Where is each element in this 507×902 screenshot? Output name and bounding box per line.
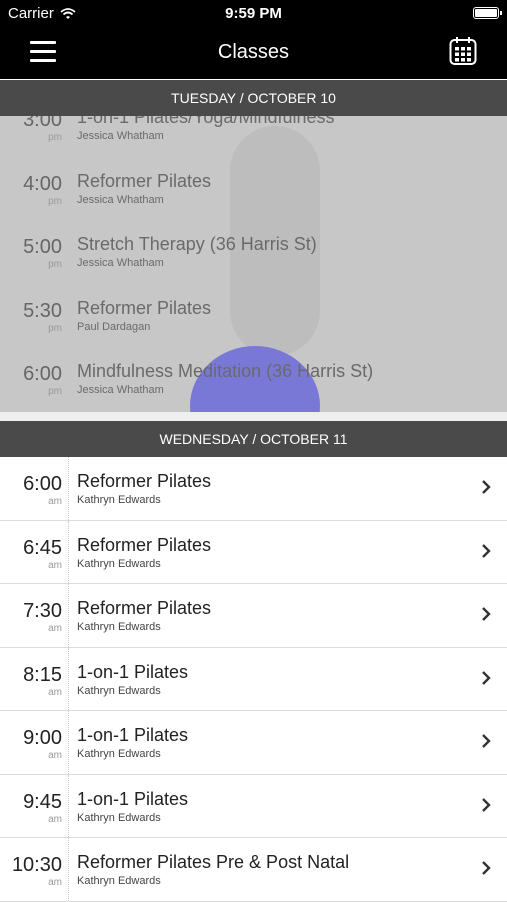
class-time: 5:00 <box>23 236 62 258</box>
calendar-icon[interactable] <box>449 36 477 66</box>
class-row[interactable]: 8:15 am 1-on-1 Pilates Kathryn Edwards <box>0 647 507 711</box>
class-time: 5:30 <box>23 299 62 322</box>
page-title: Classes <box>217 41 290 63</box>
class-time: 9:45 <box>23 790 62 813</box>
class-time: 6:00 <box>23 473 62 495</box>
navigation-bar: Classes <box>0 28 507 79</box>
class-row[interactable]: 9:45 am 1-on-1 Pilates Kathryn Edwards <box>0 774 507 838</box>
class-instructor: Kathryn Edwards <box>77 875 161 887</box>
class-instructor: Kathryn Edwards <box>77 557 161 570</box>
class-ampm: am <box>48 496 62 507</box>
status-bar: Carrier 9:59 PM <box>0 0 507 28</box>
class-instructor: Kathryn Edwards <box>77 621 161 633</box>
class-time: 10:30 <box>11 854 62 876</box>
class-title: 1-on-1 Pilates <box>77 725 189 745</box>
class-title: Reformer Pilates <box>77 170 212 191</box>
background-photo: 3:00 pm 1-on-1 Pilates/Yoga/Mindfulness … <box>0 116 507 421</box>
class-ampm: pm <box>48 386 62 397</box>
class-title: 1-on-1 Pilates/Yoga/Mindfulness <box>77 116 335 127</box>
class-row[interactable]: 7:30 am Reformer Pilates Kathryn Edwards <box>0 584 507 648</box>
chevron-right-icon <box>482 543 491 558</box>
chevron-right-icon <box>482 861 491 875</box>
class-row[interactable]: 6:45 am Reformer Pilates Kathryn Edwards <box>0 520 507 584</box>
class-time: 6:00 <box>23 363 62 385</box>
class-ampm: am <box>48 750 62 761</box>
class-row[interactable]: 10:30 am Reformer Pilates Pre & Post Nata… <box>0 838 507 902</box>
class-ampm: am <box>48 877 62 888</box>
class-title: Reformer Pilates <box>77 534 212 555</box>
class-row[interactable]: 6:00 pm Mindfulness Meditation (36 Harri… <box>0 347 507 411</box>
class-time: 9:00 <box>23 727 62 749</box>
status-time: 9:59 PM <box>225 5 282 22</box>
chevron-right-icon <box>482 734 491 748</box>
class-row[interactable]: 4:00 pm Reformer Pilates Jessica Whatham <box>0 157 507 221</box>
class-instructor: Kathryn Edwards <box>77 748 161 760</box>
class-title: 1-on-1 Pilates <box>77 661 189 682</box>
class-title: Stretch Therapy (36 Harris St) <box>77 234 317 254</box>
class-time: 8:15 <box>23 663 62 686</box>
class-row[interactable]: 3:00 pm 1-on-1 Pilates/Yoga/Mindfulness … <box>0 116 507 157</box>
chevron-right-icon <box>482 670 491 685</box>
class-ampm: pm <box>48 322 62 334</box>
class-row[interactable]: 6:00 am Reformer Pilates Kathryn Edwards <box>0 457 507 521</box>
class-ampm: am <box>48 813 62 825</box>
chevron-right-icon <box>482 480 491 494</box>
class-time: 4:00 <box>23 172 62 195</box>
class-ampm: am <box>48 559 62 571</box>
class-instructor: Kathryn Edwards <box>77 494 161 506</box>
class-title: Reformer Pilates <box>77 297 212 318</box>
class-ampm: am <box>48 623 62 634</box>
class-title: Reformer Pilates <box>77 471 212 491</box>
class-ampm: pm <box>48 132 62 143</box>
class-instructor: Kathryn Edwards <box>77 811 161 824</box>
class-title: Mindfulness Meditation (36 Harris St) <box>77 361 374 381</box>
day-header-wednesday: WEDNESDAY / OCTOBER 11 <box>0 421 507 457</box>
class-ampm: pm <box>48 195 62 207</box>
chevron-right-icon <box>482 797 491 812</box>
class-instructor: Jessica Whatham <box>77 257 164 269</box>
class-row[interactable]: 9:00 am 1-on-1 Pilates Kathryn Edwards <box>0 711 507 775</box>
class-row[interactable]: 5:30 pm Reformer Pilates Paul Dardagan <box>0 284 507 348</box>
class-instructor: Jessica Whatham <box>77 384 164 396</box>
class-instructor: Paul Dardagan <box>77 320 151 333</box>
day-header-tuesday: TUESDAY / OCTOBER 10 <box>0 80 507 116</box>
class-row[interactable]: 5:00 pm Stretch Therapy (36 Harris St) J… <box>0 220 507 284</box>
class-instructor: Jessica Whatham <box>77 130 164 142</box>
class-title: 1-on-1 Pilates <box>77 788 189 809</box>
class-instructor: Kathryn Edwards <box>77 684 161 697</box>
chevron-right-icon <box>482 607 491 621</box>
class-title: Reformer Pilates <box>77 598 212 618</box>
class-ampm: pm <box>48 259 62 270</box>
class-title: Reformer Pilates Pre & Post Natal <box>77 852 350 872</box>
class-ampm: am <box>48 686 62 698</box>
battery-icon <box>473 7 502 19</box>
class-time: 7:30 <box>23 600 62 622</box>
class-time: 6:45 <box>23 536 62 559</box>
class-list-wednesday: 6:00 am Reformer Pilates Kathryn Edwards … <box>0 457 507 902</box>
class-time: 3:00 <box>23 116 62 131</box>
class-instructor: Jessica Whatham <box>77 193 164 206</box>
